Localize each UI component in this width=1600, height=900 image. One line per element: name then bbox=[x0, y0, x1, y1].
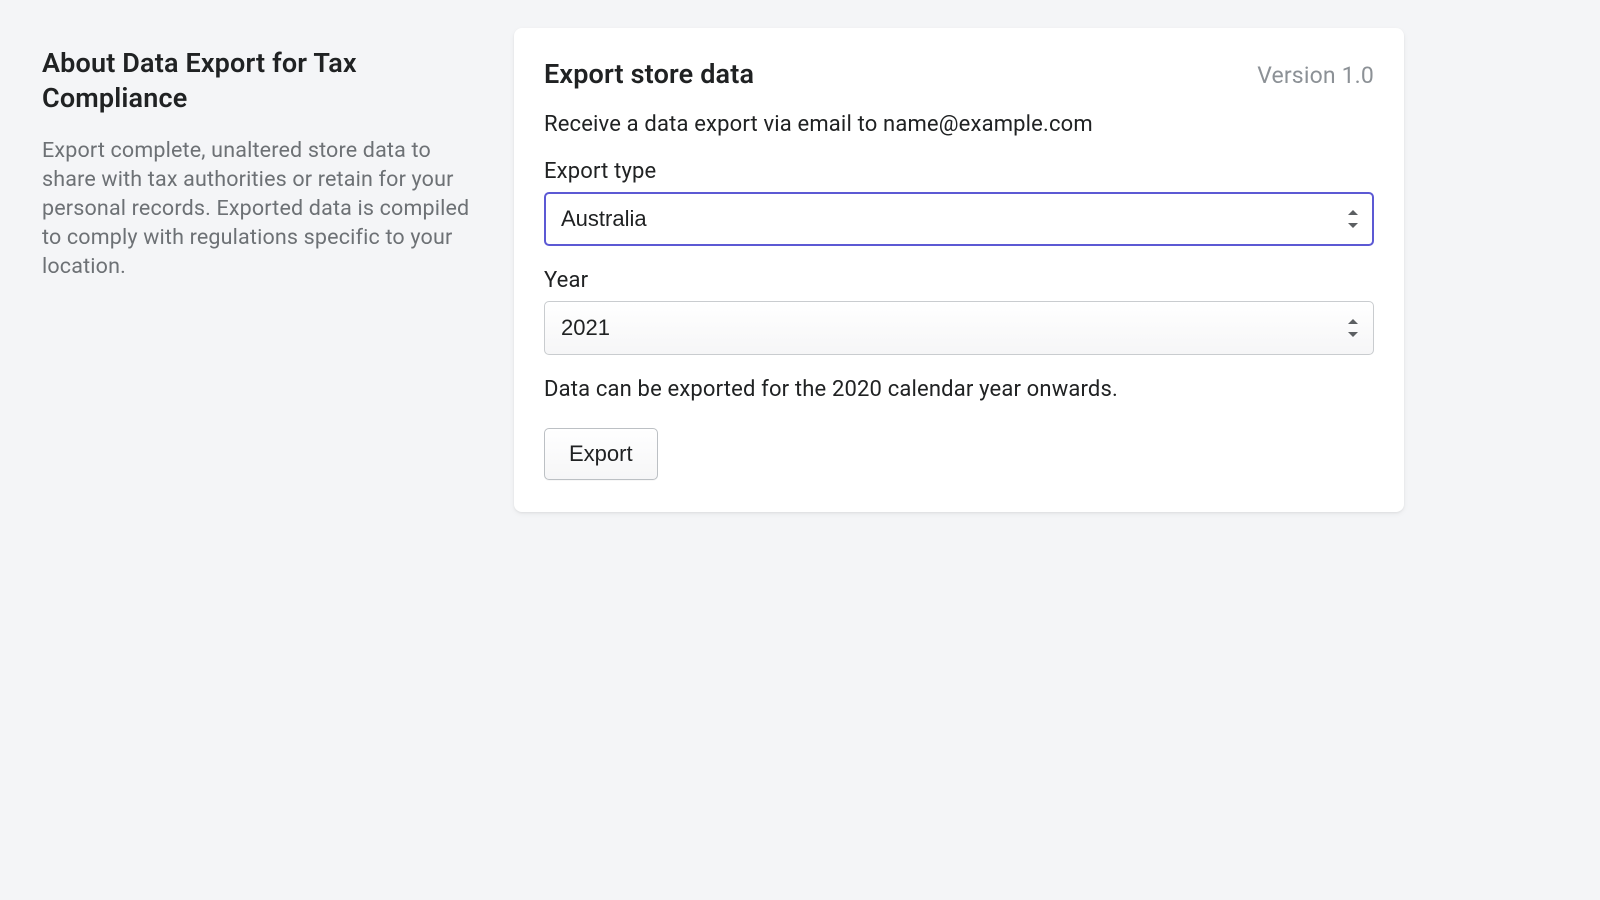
card-title: Export store data bbox=[544, 58, 754, 90]
export-note: Data can be exported for the 2020 calend… bbox=[544, 377, 1374, 402]
version-label: Version 1.0 bbox=[1257, 62, 1374, 89]
export-type-select[interactable]: Australia bbox=[544, 192, 1374, 246]
sidebar-title: About Data Export for Tax Compliance bbox=[42, 46, 474, 116]
card-description: Receive a data export via email to name@… bbox=[544, 112, 1374, 137]
export-type-label: Export type bbox=[544, 159, 1374, 184]
about-sidebar: About Data Export for Tax Compliance Exp… bbox=[42, 28, 474, 512]
export-button[interactable]: Export bbox=[544, 428, 658, 480]
export-type-select-wrapper: Australia bbox=[544, 192, 1374, 246]
year-label: Year bbox=[544, 268, 1374, 293]
main-content: Export store data Version 1.0 Receive a … bbox=[514, 28, 1558, 512]
card-header: Export store data Version 1.0 bbox=[544, 58, 1374, 90]
export-card: Export store data Version 1.0 Receive a … bbox=[514, 28, 1404, 512]
sidebar-body: Export complete, unaltered store data to… bbox=[42, 136, 474, 281]
year-select[interactable]: 2021 bbox=[544, 301, 1374, 355]
year-select-wrapper: 2021 bbox=[544, 301, 1374, 355]
